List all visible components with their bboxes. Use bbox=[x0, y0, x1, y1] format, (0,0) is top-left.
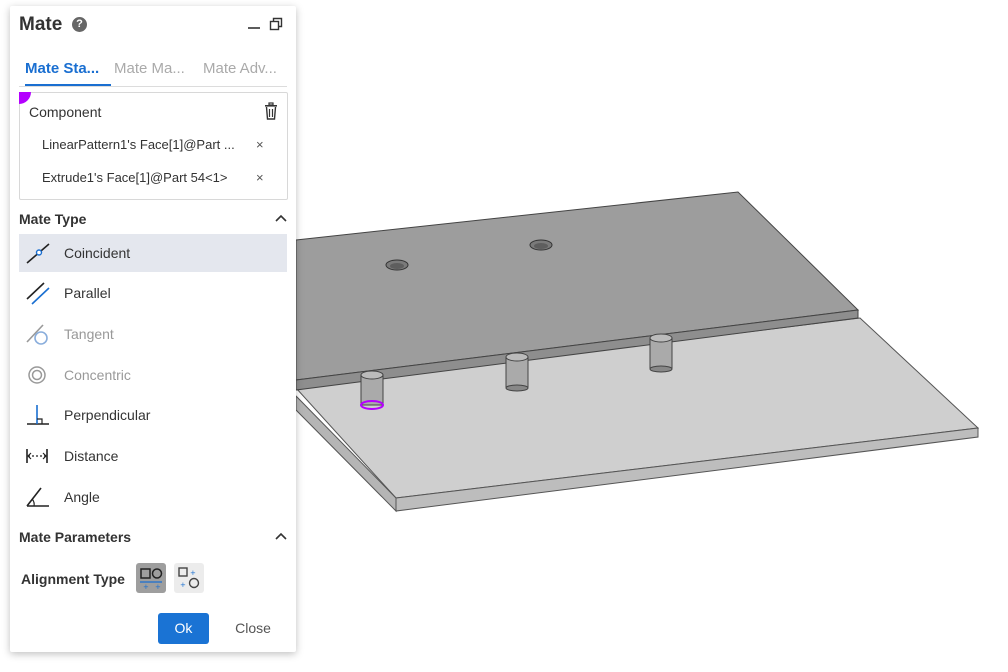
ok-button[interactable]: Ok bbox=[158, 613, 209, 644]
mate-panel: Mate ? Mate Sta... Mate Ma... Mate Adv..… bbox=[10, 6, 296, 652]
svg-text:+: + bbox=[180, 581, 186, 589]
panel-title: Mate bbox=[19, 14, 63, 35]
mate-type-concentric[interactable]: Concentric bbox=[19, 356, 287, 394]
active-tab-indicator bbox=[25, 84, 111, 86]
mate-type-label: Parallel bbox=[64, 285, 111, 301]
aligned-icon: + + bbox=[140, 568, 163, 591]
mate-type-label: Angle bbox=[64, 489, 100, 505]
alignment-aligned-button[interactable]: + + bbox=[136, 563, 166, 593]
tangent-icon bbox=[26, 324, 48, 345]
parallel-icon bbox=[26, 282, 50, 305]
mate-type-label: Tangent bbox=[64, 326, 114, 342]
help-icon[interactable]: ? bbox=[72, 17, 87, 32]
component-item[interactable]: Extrude1's Face[1]@Part 54<1> bbox=[42, 170, 228, 185]
selection-color-marker bbox=[19, 92, 31, 104]
pin-2 bbox=[505, 352, 529, 392]
perpendicular-icon bbox=[27, 405, 49, 425]
minimize-icon[interactable] bbox=[247, 17, 261, 31]
component-selection-box[interactable]: Component LinearPattern1's Face[1]@Part … bbox=[19, 92, 288, 200]
mate-type-distance[interactable]: Distance bbox=[19, 437, 287, 475]
concentric-icon bbox=[28, 366, 46, 384]
mate-type-title: Mate Type bbox=[19, 211, 87, 227]
tab-mate-standard[interactable]: Mate Sta... bbox=[25, 60, 99, 77]
mate-type-tangent[interactable]: Tangent bbox=[19, 315, 287, 353]
mate-type-label: Distance bbox=[64, 448, 119, 464]
svg-text:+: + bbox=[190, 569, 196, 577]
coincident-icon bbox=[26, 243, 50, 264]
chevron-up-icon[interactable] bbox=[275, 214, 287, 222]
svg-text:+: + bbox=[143, 583, 149, 591]
chevron-up-icon[interactable] bbox=[275, 532, 287, 540]
mate-tabs: Mate Sta... Mate Ma... Mate Adv... bbox=[19, 56, 287, 87]
svg-text:+: + bbox=[155, 583, 161, 591]
mate-parameters-title: Mate Parameters bbox=[19, 529, 132, 545]
mate-type-coincident[interactable]: Coincident bbox=[19, 234, 287, 272]
component-label: Component bbox=[29, 104, 102, 120]
close-button[interactable]: Close bbox=[230, 613, 276, 644]
mate-type-angle[interactable]: Angle bbox=[19, 478, 287, 516]
mate-type-parallel[interactable]: Parallel bbox=[19, 274, 287, 312]
remove-component-button[interactable]: × bbox=[256, 137, 264, 152]
angle-icon bbox=[26, 487, 49, 507]
tab-mate-mechanical[interactable]: Mate Ma... bbox=[114, 60, 185, 77]
restore-icon[interactable] bbox=[269, 17, 283, 31]
tab-mate-advanced[interactable]: Mate Adv... bbox=[203, 60, 277, 77]
hole-2-inner bbox=[534, 243, 548, 249]
mate-type-label: Coincident bbox=[64, 245, 131, 261]
remove-component-button[interactable]: × bbox=[256, 170, 264, 185]
alignment-anti-aligned-button[interactable]: + + bbox=[174, 563, 204, 593]
mate-type-label: Concentric bbox=[64, 367, 131, 383]
pin-3 bbox=[649, 333, 673, 373]
pin-1 bbox=[360, 370, 384, 410]
hole-1-inner bbox=[390, 263, 404, 269]
panel-header: Mate ? bbox=[10, 6, 296, 46]
trash-icon[interactable] bbox=[263, 102, 279, 120]
mate-type-label: Perpendicular bbox=[64, 407, 151, 423]
anti-aligned-icon: + + bbox=[178, 567, 200, 589]
distance-icon bbox=[26, 449, 48, 463]
alignment-type-label: Alignment Type bbox=[21, 571, 125, 587]
component-item[interactable]: LinearPattern1's Face[1]@Part ... bbox=[42, 137, 235, 152]
mate-type-perpendicular[interactable]: Perpendicular bbox=[19, 396, 287, 434]
